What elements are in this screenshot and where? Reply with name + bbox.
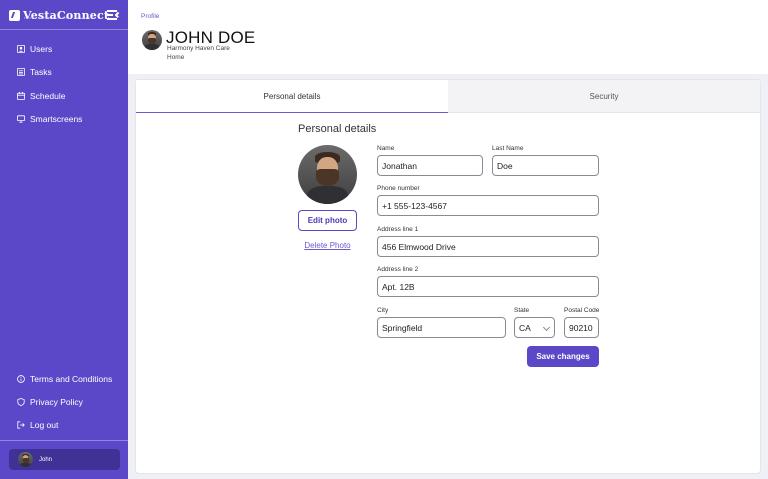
address2-field[interactable]: Apt. 12B bbox=[377, 276, 599, 297]
city-label: City bbox=[377, 307, 389, 314]
sidebar-item-label: Schedule bbox=[30, 91, 66, 101]
address1-field[interactable]: 456 Elmwood Drive bbox=[377, 236, 599, 257]
sidebar-item-users[interactable]: Users bbox=[17, 41, 117, 57]
avatar bbox=[142, 30, 162, 50]
avatar bbox=[18, 452, 33, 467]
section-title: Personal details bbox=[298, 123, 377, 135]
state-value: CA bbox=[519, 322, 531, 333]
edit-photo-button[interactable]: Edit photo bbox=[298, 210, 357, 231]
sidebar-item-smartscreens[interactable]: Smartscreens bbox=[17, 111, 117, 127]
name-field[interactable]: Jonathan bbox=[377, 155, 483, 176]
profile-organization: Harmony Haven Care bbox=[167, 45, 230, 52]
users-icon bbox=[17, 45, 25, 53]
tab-bar: Personal details Security bbox=[136, 80, 760, 113]
state-label: State bbox=[514, 307, 530, 314]
user-menu[interactable]: John bbox=[9, 449, 120, 470]
name-label: Name bbox=[377, 145, 395, 152]
sidebar: VestaConnect PEACE & CONVENIENCE TOGETHE… bbox=[0, 0, 128, 479]
sidebar-divider bbox=[0, 29, 128, 30]
sidebar-item-terms[interactable]: Terms and Conditions bbox=[17, 371, 117, 387]
city-field[interactable]: Springfield bbox=[377, 317, 506, 338]
postal-code-label: Postal Code bbox=[564, 307, 600, 314]
profile-card: Personal details Security Personal detai… bbox=[135, 79, 761, 474]
last-name-field[interactable]: Doe bbox=[492, 155, 599, 176]
last-name-label: Last Name bbox=[492, 145, 524, 152]
sidebar-item-tasks[interactable]: Tasks bbox=[17, 64, 117, 80]
address2-label: Address line 2 bbox=[377, 266, 419, 273]
sidebar-item-privacy[interactable]: Privacy Policy bbox=[17, 394, 117, 410]
save-changes-button[interactable]: Save changes bbox=[527, 346, 599, 367]
user-name: John bbox=[39, 456, 53, 463]
state-select[interactable]: CA bbox=[514, 317, 555, 338]
phone-field[interactable]: +1 555-123-4567 bbox=[377, 195, 599, 216]
sidebar-item-logout[interactable]: Log out bbox=[17, 417, 117, 433]
info-icon bbox=[17, 375, 25, 383]
sidebar-item-label: Terms and Conditions bbox=[30, 374, 113, 384]
sidebar-item-label: Privacy Policy bbox=[30, 397, 83, 407]
sidebar-item-label: Users bbox=[30, 44, 53, 54]
profile-photo bbox=[298, 145, 357, 204]
sidebar-item-label: Log out bbox=[30, 420, 59, 430]
address1-label: Address line 1 bbox=[377, 226, 419, 233]
tab-personal-details[interactable]: Personal details bbox=[136, 80, 448, 113]
delete-photo-link[interactable]: Delete Photo bbox=[298, 241, 357, 250]
tab-security[interactable]: Security bbox=[448, 80, 760, 113]
sidebar-divider bbox=[0, 440, 128, 441]
collapse-sidebar-icon[interactable] bbox=[107, 9, 119, 20]
phone-label: Phone number bbox=[377, 185, 420, 192]
chevron-down-icon bbox=[542, 323, 551, 332]
monitor-icon bbox=[17, 115, 25, 123]
logout-icon bbox=[17, 421, 25, 429]
postal-code-field[interactable]: 90210 bbox=[564, 317, 599, 338]
brand-mark-icon bbox=[9, 9, 20, 21]
calendar-icon bbox=[17, 92, 25, 100]
page-header: Profile JOHN DOE Harmony Haven Care Home bbox=[128, 0, 768, 74]
profile-location: Home bbox=[167, 54, 185, 61]
sidebar-item-label: Smartscreens bbox=[30, 114, 83, 124]
sidebar-item-schedule[interactable]: Schedule bbox=[17, 88, 117, 104]
breadcrumb[interactable]: Profile bbox=[141, 13, 159, 20]
sidebar-item-label: Tasks bbox=[30, 67, 52, 77]
shield-icon bbox=[17, 398, 25, 406]
brand-tagline: PEACE & CONVENIENCE TOGETHER bbox=[24, 17, 97, 20]
tasks-icon bbox=[17, 68, 25, 76]
